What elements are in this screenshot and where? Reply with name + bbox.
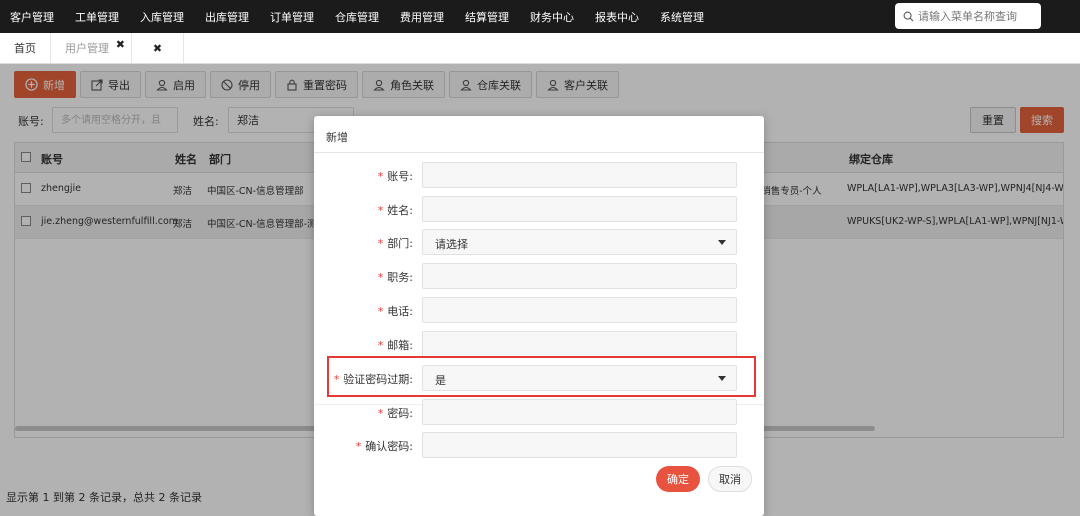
form-row-email: * 邮箱: [314,331,764,357]
position-field-label: * 职务: [377,271,413,284]
nav-item-inbound[interactable]: 入库管理 [140,9,184,25]
top-navigation: 客户管理 工单管理 入库管理 出库管理 订单管理 仓库管理 费用管理 结算管理 … [0,0,1080,33]
search-icon [903,11,914,22]
nav-item-workorder[interactable]: 工单管理 [75,9,119,25]
name-field-label: * 姓名: [377,204,413,217]
confirm-password-field[interactable] [422,432,737,458]
nav-item-settlement[interactable]: 结算管理 [465,9,509,25]
dialog-title: 新增 [314,116,764,153]
form-row-account: * 账号: [314,162,764,188]
add-user-dialog: 新增 * 账号: * 姓名: * 部门: 请选择 * 职务: * 电话: * 邮箱: * 验证… [314,116,764,516]
nav-item-order[interactable]: 订单管理 [270,9,314,25]
nav-item-outbound[interactable]: 出库管理 [205,9,249,25]
confirm-button[interactable]: 确定 [656,466,700,492]
form-row-confirm-password: * 确认密码: [314,432,764,458]
email-field-label: * 邮箱: [377,339,413,352]
phone-field-label: * 电话: [377,305,413,318]
confirm-password-field-label: * 确认密码: [355,440,413,453]
tab-bar: 首页 用户管理 ✖ ✖ [0,33,1080,64]
tab-user-management[interactable]: 用户管理 ✖ [51,33,132,63]
highlight-box [327,356,756,397]
form-row-password: * 密码: [314,399,764,425]
dept-field-label: * 部门: [377,237,413,250]
dept-select[interactable]: 请选择 [422,229,737,255]
nav-item-system[interactable]: 系统管理 [660,9,704,25]
menu-search-input[interactable] [918,9,1038,23]
close-icon[interactable]: ✖ [116,38,125,51]
email-field[interactable] [422,331,737,357]
dept-select-value: 请选择 [435,238,468,251]
account-field[interactable] [422,162,737,188]
form-row-position: * 职务: [314,263,764,289]
tab-user-management-label: 用户管理 [65,42,109,55]
name-field[interactable] [422,196,737,222]
nav-item-fee[interactable]: 费用管理 [400,9,444,25]
tab-home[interactable]: 首页 [0,33,51,63]
nav-item-customer[interactable]: 客户管理 [10,9,54,25]
form-row-phone: * 电话: [314,297,764,323]
form-row-name: * 姓名: [314,196,764,222]
password-field[interactable] [422,399,737,425]
close-all-tabs-icon[interactable]: ✖ [132,33,184,63]
nav-item-report[interactable]: 报表中心 [595,9,639,25]
menu-search-box [895,3,1041,29]
nav-item-finance[interactable]: 财务中心 [530,9,574,25]
phone-field[interactable] [422,297,737,323]
nav-item-warehouse[interactable]: 仓库管理 [335,9,379,25]
caret-down-icon [718,240,726,245]
form-row-dept: * 部门: 请选择 [314,229,764,255]
cancel-button[interactable]: 取消 [708,466,752,492]
nav-menu: 客户管理 工单管理 入库管理 出库管理 订单管理 仓库管理 费用管理 结算管理 … [0,9,725,25]
account-field-label: * 账号: [377,170,413,183]
position-field[interactable] [422,263,737,289]
password-field-label: * 密码: [377,407,413,420]
